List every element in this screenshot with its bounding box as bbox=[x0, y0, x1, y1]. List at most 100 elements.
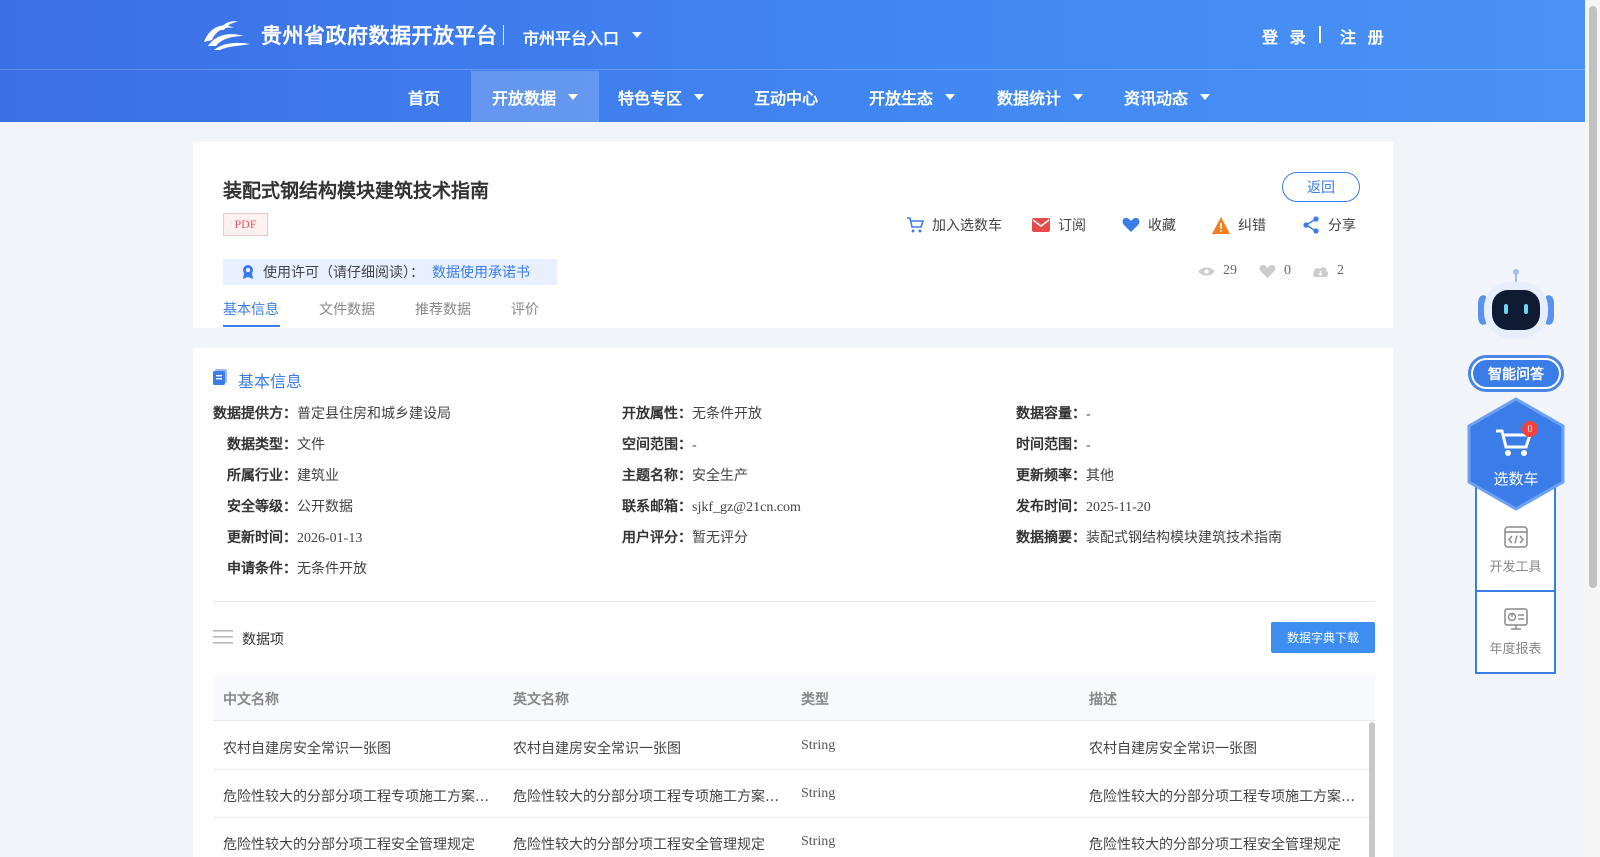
subscribe-button[interactable]: 订阅 bbox=[1032, 215, 1086, 235]
data-items-title: 数据项 bbox=[242, 632, 284, 648]
favorite-button[interactable]: 收藏 bbox=[1122, 215, 1176, 235]
field-label: 数据容量： bbox=[1016, 406, 1086, 422]
login-link[interactable]: 登 录 bbox=[1262, 24, 1309, 48]
column-header: 英文名称 bbox=[513, 692, 569, 708]
nav-item-open-data[interactable]: 开放数据 bbox=[471, 71, 599, 122]
annual-report-button[interactable]: 年度报表 bbox=[1477, 592, 1554, 672]
table-cell: String bbox=[801, 834, 836, 849]
usage-license: 使用许可（请仔细阅读）： 数据使用承诺书 bbox=[223, 259, 557, 285]
code-icon bbox=[1503, 525, 1528, 548]
table-cell: 农村自建房安全常识一张图 bbox=[513, 741, 681, 757]
cart-label: 选数车 bbox=[1493, 470, 1539, 488]
field-topic: 主题名称：安全生产 bbox=[622, 465, 748, 485]
chevron-down-icon[interactable] bbox=[632, 32, 642, 38]
field-label: 联系邮箱： bbox=[622, 499, 692, 515]
license-link[interactable]: 数据使用承诺书 bbox=[432, 262, 530, 282]
nav-item-featured[interactable]: 特色专区 bbox=[601, 71, 721, 122]
field-value: 公开数据 bbox=[297, 500, 353, 515]
nav-item-home[interactable]: 首页 bbox=[380, 71, 468, 122]
chevron-down-icon bbox=[1200, 93, 1210, 100]
table-cell: 危险性较大的分部分项工程专项施工方案… bbox=[1089, 789, 1355, 805]
cart-hexagon-button[interactable] bbox=[1466, 397, 1566, 511]
warning-icon bbox=[1212, 216, 1230, 234]
table-scrollbar[interactable] bbox=[1369, 722, 1375, 857]
field-value: 其他 bbox=[1086, 469, 1114, 484]
tab-rating[interactable]: 评价 bbox=[511, 299, 539, 319]
column-header: 描述 bbox=[1089, 692, 1117, 708]
robot-assistant-icon[interactable] bbox=[1468, 268, 1564, 348]
chevron-down-icon bbox=[945, 93, 955, 100]
nav-label: 数据统计 bbox=[996, 88, 1061, 108]
field-provider: 数据提供方：普定县住房和城乡建设局 bbox=[213, 403, 451, 423]
field-label: 安全等级： bbox=[227, 499, 297, 515]
award-icon bbox=[243, 265, 253, 279]
download-dictionary-button[interactable]: 数据字典下载 bbox=[1271, 622, 1375, 653]
field-data-type: 数据类型：文件 bbox=[227, 434, 325, 454]
action-label: 加入选数车 bbox=[932, 218, 1002, 234]
field-label: 主题名称： bbox=[622, 468, 692, 484]
field-label: 时间范围： bbox=[1016, 437, 1086, 453]
chevron-down-icon bbox=[568, 93, 578, 100]
field-label: 数据类型： bbox=[227, 437, 297, 453]
field-label: 发布时间： bbox=[1016, 499, 1086, 515]
ai-assistant-button[interactable]: 智能问答 bbox=[1468, 355, 1564, 392]
dev-tools-label: 开发工具 bbox=[1489, 559, 1542, 575]
logo-icon[interactable] bbox=[200, 16, 252, 52]
heart-icon bbox=[1122, 217, 1140, 232]
nav-label: 首页 bbox=[407, 88, 440, 108]
field-value: 装配式钢结构模块建筑技术指南 bbox=[1086, 531, 1282, 546]
field-email: 联系邮箱：sjkf_gz@21cn.com bbox=[622, 496, 801, 516]
field-label: 所属行业： bbox=[227, 468, 297, 484]
city-platform-entry[interactable]: 市州平台入口 bbox=[523, 25, 619, 49]
tab-basic-info[interactable]: 基本信息 bbox=[223, 299, 279, 319]
field-publish-time: 发布时间：2025-11-20 bbox=[1016, 496, 1151, 516]
field-value: 无条件开放 bbox=[297, 562, 367, 577]
table-header: 中文名称 英文名称 类型 描述 bbox=[213, 674, 1375, 721]
list-icon bbox=[213, 630, 233, 644]
dev-tools-button[interactable]: 开发工具 bbox=[1477, 510, 1554, 590]
cart-icon bbox=[907, 217, 924, 233]
field-value: - bbox=[692, 438, 697, 453]
field-frequency: 更新频率：其他 bbox=[1016, 465, 1114, 485]
page-scrollbar-thumb[interactable] bbox=[1589, 6, 1597, 588]
register-link[interactable]: 注 册 bbox=[1340, 24, 1387, 48]
section-title: 基本信息 bbox=[238, 372, 303, 391]
field-value: 安全生产 bbox=[692, 469, 748, 484]
document-icon bbox=[213, 369, 227, 385]
nav-item-news[interactable]: 资讯动态 bbox=[1107, 71, 1227, 122]
tab-file-data[interactable]: 文件数据 bbox=[319, 299, 375, 319]
views-count: 29 bbox=[1198, 262, 1237, 280]
table-cell: String bbox=[801, 786, 836, 801]
field-label: 空间范围： bbox=[622, 437, 692, 453]
field-label: 开放属性： bbox=[622, 406, 692, 422]
field-value: - bbox=[1086, 407, 1091, 422]
eye-icon bbox=[1198, 266, 1215, 276]
mail-icon bbox=[1032, 218, 1050, 232]
field-open-attr: 开放属性：无条件开放 bbox=[622, 403, 762, 423]
table-cell: 农村自建房安全常识一张图 bbox=[1089, 741, 1257, 757]
field-label: 更新时间： bbox=[227, 530, 297, 546]
nav-item-ecosystem[interactable]: 开放生态 bbox=[852, 71, 972, 122]
table-row: 农村自建房安全常识一张图 农村自建房安全常识一张图 String 农村自建房安全… bbox=[213, 722, 1375, 770]
nav-item-statistics[interactable]: 数据统计 bbox=[980, 71, 1100, 122]
add-to-cart-button[interactable]: 加入选数车 bbox=[906, 215, 1002, 235]
downloads-count: 2 bbox=[1312, 262, 1344, 280]
table-cell: 危险性较大的分部分项工程专项施工方案… bbox=[223, 789, 489, 805]
tab-recommended[interactable]: 推荐数据 bbox=[415, 299, 471, 319]
table-row: 危险性较大的分部分项工程安全管理规定 危险性较大的分部分项工程安全管理规定 St… bbox=[213, 818, 1375, 857]
share-button[interactable]: 分享 bbox=[1302, 215, 1356, 235]
column-header: 中文名称 bbox=[223, 692, 279, 708]
field-update-time: 更新时间：2026-01-13 bbox=[227, 527, 362, 547]
back-button[interactable]: 返回 bbox=[1282, 172, 1360, 202]
active-tab-indicator bbox=[223, 325, 280, 327]
site-title[interactable]: 贵州省政府数据开放平台 bbox=[261, 20, 498, 50]
main-nav: 首页 开放数据 特色专区 互动中心 开放生态 数据统计 资讯动态 bbox=[0, 71, 1585, 122]
field-security: 安全等级：公开数据 bbox=[227, 496, 353, 516]
share-icon bbox=[1303, 216, 1319, 234]
license-label: 使用许可（请仔细阅读）： bbox=[263, 265, 424, 281]
report-error-button[interactable]: 纠错 bbox=[1212, 215, 1266, 235]
divider bbox=[1319, 26, 1321, 43]
field-rating: 用户评分：暂无评分 bbox=[622, 527, 748, 547]
field-summary: 数据摘要：装配式钢结构模块建筑技术指南 bbox=[1016, 527, 1282, 547]
nav-item-interaction[interactable]: 互动中心 bbox=[735, 71, 837, 122]
